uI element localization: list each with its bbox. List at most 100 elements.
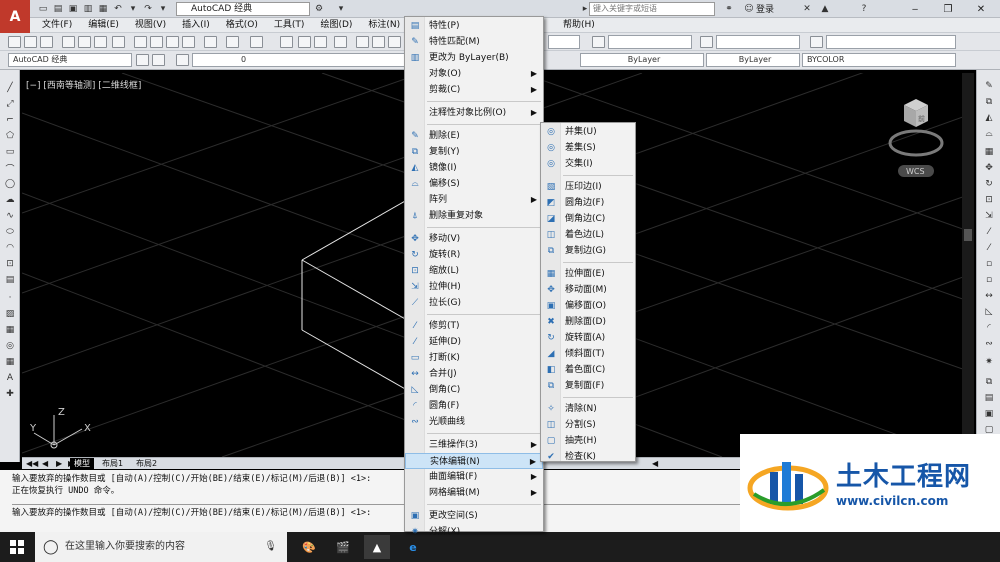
lineweight-combo[interactable]: ByLayer — [706, 53, 800, 67]
text-style-combo[interactable] — [548, 35, 580, 49]
context-menu-item[interactable]: ⌓ 偏移(S) — [405, 176, 543, 192]
undo-icon[interactable] — [226, 36, 239, 48]
close-button[interactable]: ✕ — [966, 0, 996, 18]
zoom-previous-icon[interactable] — [334, 36, 347, 48]
fillet-icon[interactable]: ◜ — [983, 322, 995, 334]
stretch-icon[interactable]: ⇲ — [983, 210, 995, 222]
workspace-dropdown[interactable]: AutoCAD 经典 — [176, 2, 310, 16]
taskbar-search-input[interactable]: ◯ 在这里输入你要搜索的内容 🎙 — [35, 532, 287, 562]
properties-icon[interactable] — [356, 36, 369, 48]
paste-icon[interactable] — [166, 36, 179, 48]
publish-icon[interactable] — [94, 36, 107, 48]
context-menu-item[interactable]: ▥ 更改为 ByLayer(B) — [405, 50, 543, 66]
join-icon[interactable]: ↔ — [983, 290, 995, 302]
copy-icon[interactable]: ⧉ — [983, 96, 995, 108]
gear-icon[interactable] — [136, 54, 149, 66]
save-icon[interactable]: ▣ — [66, 3, 80, 16]
help-search-input[interactable]: 键入关键字或短语 — [589, 2, 715, 16]
vertical-scrollbar[interactable] — [962, 73, 974, 457]
preview-icon[interactable] — [78, 36, 91, 48]
mirror-icon[interactable]: ◭ — [983, 112, 995, 124]
menu-edit[interactable]: 编辑(E) — [80, 18, 127, 32]
submenu-item[interactable]: ▧ 压印边(I) — [541, 179, 635, 195]
ellipse-icon[interactable]: ⬭ — [4, 226, 16, 238]
submenu-item[interactable]: ◪ 倒角边(C) — [541, 211, 635, 227]
zoom-window-icon[interactable] — [314, 36, 327, 48]
dropdown-icon[interactable]: ▾ — [156, 3, 170, 16]
saveas-icon[interactable]: ▥ — [81, 3, 95, 16]
chevron-down-icon[interactable]: ▾ — [334, 2, 348, 15]
array-icon[interactable]: ▦ — [983, 146, 995, 158]
add-selected-icon[interactable]: ✚ — [4, 388, 16, 400]
context-menu-item[interactable]: ✎ 删除(E) — [405, 128, 543, 144]
dim-style-icon[interactable] — [592, 36, 605, 48]
microphone-icon[interactable]: 🎙 — [264, 532, 277, 562]
menu-tools[interactable]: 工具(T) — [266, 18, 313, 32]
submenu-item[interactable]: ↻ 旋转面(A) — [541, 330, 635, 346]
move-icon[interactable]: ✥ — [983, 162, 995, 174]
binoculars-icon[interactable]: ⚭ — [722, 2, 736, 15]
context-menu-item[interactable]: ✥ 移动(V) — [405, 231, 543, 247]
context-menu-item[interactable]: 注释性对象比例(O) ▶ — [405, 105, 543, 121]
submenu-item[interactable]: ⧉ 复制面(F) — [541, 378, 635, 394]
command-window[interactable]: 输入要放弃的操作数目或 [自动(A)/控制(C)/开始(BE)/结束(E)/标记… — [0, 470, 740, 532]
copy-icon[interactable] — [150, 36, 163, 48]
gradient-icon[interactable]: ▦ — [4, 324, 16, 336]
context-menu-item[interactable]: ⁄ 修剪(T) — [405, 318, 543, 334]
context-menu-item[interactable]: 对象(O) ▶ — [405, 66, 543, 82]
layer-combo[interactable]: 0 — [192, 53, 406, 67]
context-menu-item[interactable]: ◺ 倒角(C) — [405, 382, 543, 398]
exchange-icon[interactable]: ✕ — [800, 2, 814, 15]
layer-properties-icon[interactable] — [176, 54, 189, 66]
plotstyle-combo[interactable]: BYCOLOR — [802, 53, 956, 67]
dropdown-icon[interactable]: ▾ — [126, 3, 140, 16]
context-menu-item[interactable]: 剪裁(C) ▶ — [405, 82, 543, 98]
new-icon[interactable]: ▭ — [36, 3, 50, 16]
polyline-icon[interactable]: ⌐ — [4, 114, 16, 126]
block-icon[interactable] — [204, 36, 217, 48]
video-app-icon[interactable]: 🎬 — [330, 535, 356, 559]
undo-icon[interactable]: ↶ — [111, 3, 125, 16]
submenu-item[interactable]: ◎ 并集(U) — [541, 124, 635, 140]
app-logo-icon[interactable]: A — [0, 0, 30, 34]
paint-app-icon[interactable]: 🎨 — [296, 535, 322, 559]
a360-icon[interactable]: ▲ — [818, 2, 832, 15]
redo-icon[interactable]: ↷ — [141, 3, 155, 16]
scale-icon[interactable]: ⊡ — [983, 194, 995, 206]
print-icon[interactable] — [62, 36, 75, 48]
horizontal-scroll-left[interactable]: ◀ — [648, 458, 662, 470]
tab-nav-prev[interactable]: ◀ — [38, 458, 52, 470]
context-menu-item[interactable]: ▤ 特性(P) — [405, 18, 543, 34]
submenu-item[interactable]: ▢ 抽壳(H) — [541, 433, 635, 449]
context-menu-item[interactable]: ⇲ 拉伸(H) — [405, 279, 543, 295]
minimize-button[interactable]: ‒ — [900, 0, 930, 18]
open-icon[interactable]: ▤ — [51, 3, 65, 16]
workspace-combo[interactable]: AutoCAD 经典 — [8, 53, 132, 67]
scroll-thumb[interactable] — [964, 229, 972, 241]
region-icon[interactable]: ◎ — [4, 340, 16, 352]
polygon-icon[interactable]: ⬠ — [4, 130, 16, 142]
explode-icon[interactable]: ✷ — [983, 356, 995, 368]
submenu-item[interactable]: ◫ 着色边(L) — [541, 227, 635, 243]
context-menu-item[interactable]: ▭ 打断(K) — [405, 350, 543, 366]
submenu-item[interactable]: ◫ 分割(S) — [541, 417, 635, 433]
submenu-item[interactable]: ✧ 清除(N) — [541, 401, 635, 417]
context-menu-item[interactable]: 三维操作(3) ▶ — [405, 437, 543, 453]
context-menu-item[interactable]: ◜ 圆角(F) — [405, 398, 543, 414]
design-center-icon[interactable] — [372, 36, 385, 48]
insert-block-icon[interactable]: ⊡ — [4, 258, 16, 270]
table-icon[interactable]: ▦ — [4, 356, 16, 368]
help-icon[interactable]: ? — [857, 2, 871, 15]
viewport-label[interactable]: [−] [西南等轴测] [二维线框] — [26, 78, 141, 91]
context-menu-item[interactable]: ⟋ 拉长(G) — [405, 295, 543, 311]
linetype-combo[interactable]: ByLayer — [580, 53, 704, 67]
context-menu-item[interactable]: ↻ 旋转(R) — [405, 247, 543, 263]
rectangle-icon[interactable]: ▭ — [4, 146, 16, 158]
extend-icon[interactable]: ⁄ — [983, 242, 995, 254]
3d-print-icon[interactable] — [112, 36, 125, 48]
context-menu-item[interactable]: ▣ 更改空间(S) — [405, 508, 543, 524]
layer-icon[interactable]: ▤ — [983, 392, 995, 404]
submenu-item[interactable]: ◩ 圆角边(F) — [541, 195, 635, 211]
print-icon[interactable]: ▦ — [96, 3, 110, 16]
context-menu-item[interactable]: 曲面编辑(F) ▶ — [405, 469, 543, 485]
